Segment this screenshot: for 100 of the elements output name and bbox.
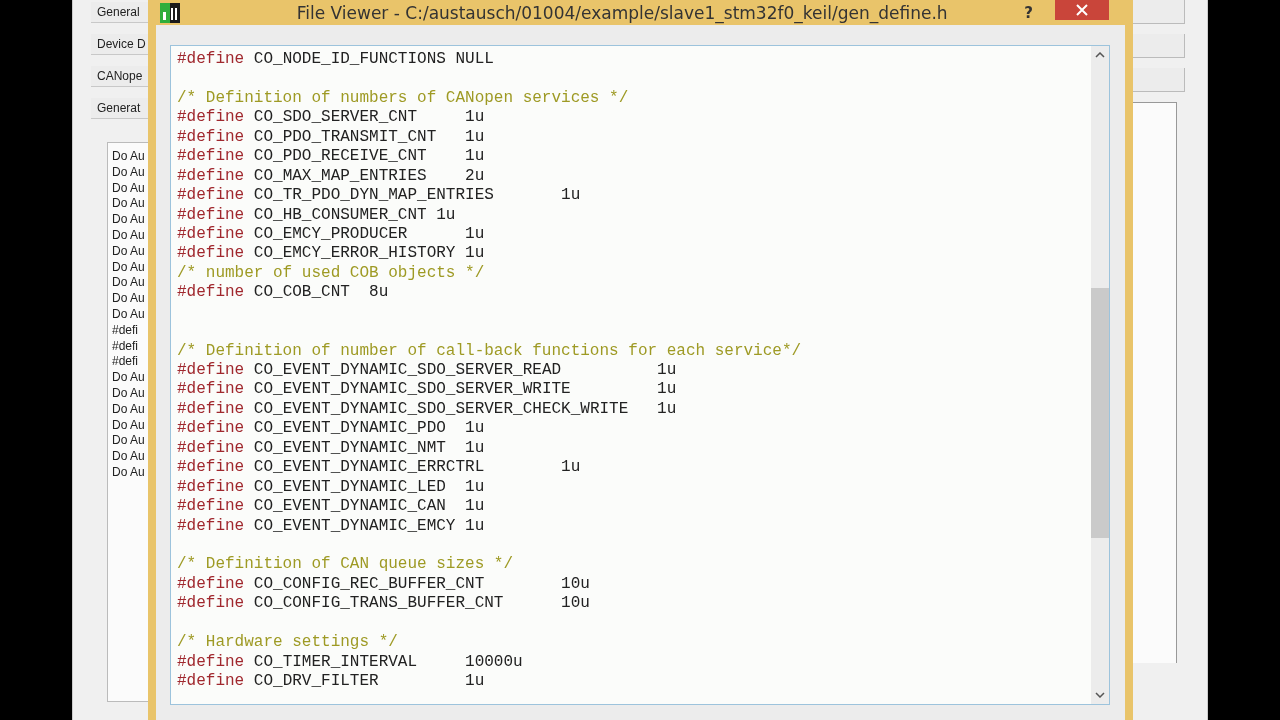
- blank-button[interactable]: [1131, 0, 1185, 24]
- preprocessor-keyword: #define: [177, 283, 245, 302]
- blank-button[interactable]: [1131, 34, 1185, 58]
- log-entry: Do Au: [112, 149, 146, 165]
- code-comment: /* number of used COB objects */: [177, 263, 485, 282]
- macro-name: CO_TIMER_INTERVAL: [253, 652, 419, 671]
- macro-value: 1u: [465, 147, 485, 166]
- log-entry: Do Au: [112, 401, 146, 418]
- window-title: File Viewer - C:/austausch/01004/example/slave1_stm32f0_keil/gen_define.h: [295, 2, 949, 23]
- macro-value: 1u: [465, 419, 485, 438]
- scrollbar-thumb[interactable]: [1091, 288, 1109, 538]
- macro-name: CO_EMCY_ERROR_HISTORY: [253, 244, 457, 263]
- log-entry: #defi: [112, 338, 140, 355]
- macro-value: NULL: [455, 50, 494, 68]
- macro-value: 1u: [465, 244, 485, 263]
- macro-value: 8u: [369, 283, 389, 302]
- macro-value: 1u: [465, 438, 485, 457]
- log-entry: Do Au: [112, 433, 146, 450]
- preprocessor-keyword: #define: [177, 419, 245, 438]
- macro-name: CO_PDO_TRANSMIT_CNT: [253, 127, 438, 146]
- code-comment: /* Hardware settings */: [177, 633, 398, 652]
- code-comment: /* Definition of number of call-back functions for each service*/: [177, 341, 802, 360]
- macro-value: 1u: [436, 205, 456, 224]
- preprocessor-keyword: #define: [177, 108, 245, 127]
- log-entry: Do Au: [112, 291, 146, 307]
- macro-name: CO_CONFIG_REC_BUFFER_CNT: [253, 574, 486, 593]
- macro-name: CO_MAX_MAP_ENTRIES: [253, 166, 428, 185]
- preprocessor-keyword: #define: [177, 458, 245, 477]
- blank-button[interactable]: [1131, 68, 1185, 92]
- preprocessor-keyword: #define: [177, 516, 245, 535]
- log-entry: Do Au: [112, 417, 146, 434]
- preprocessor-keyword: #define: [177, 147, 245, 166]
- preprocessor-keyword: #define: [177, 497, 245, 516]
- preprocessor-keyword: #define: [177, 205, 245, 224]
- macro-name: CO_EVENT_DYNAMIC_SDO_SERVER_CHECK_WRITE: [253, 399, 630, 418]
- app-logo-icon: [160, 2, 180, 23]
- macro-name: CO_TR_PDO_DYN_MAP_ENTRIES: [253, 186, 495, 205]
- close-icon: [1076, 3, 1088, 16]
- preprocessor-keyword: #define: [177, 652, 245, 671]
- macro-name: CO_EMCY_PRODUCER: [253, 224, 409, 243]
- macro-name: CO_EVENT_DYNAMIC_SDO_SERVER_WRITE: [253, 380, 572, 399]
- scroll-up-icon[interactable]: [1095, 52, 1105, 58]
- macro-name: CO_EVENT_DYNAMIC_CAN: [253, 497, 447, 516]
- preprocessor-keyword: #define: [177, 244, 245, 263]
- preprocessor-keyword: #define: [177, 50, 245, 68]
- macro-value: 10000u: [465, 652, 523, 671]
- macro-value: 1u: [465, 224, 485, 243]
- log-entry: Do Au: [112, 228, 146, 244]
- log-entry: Do Au: [112, 370, 146, 386]
- macro-value: 10u: [561, 594, 590, 613]
- log-entry: Do Au: [112, 164, 146, 181]
- close-button[interactable]: [1055, 0, 1109, 20]
- macro-name: CO_EVENT_DYNAMIC_LED: [253, 477, 447, 496]
- preprocessor-keyword: #define: [177, 380, 245, 399]
- log-entry: Do Au: [112, 196, 146, 213]
- macro-name: CO_DRV_FILTER: [253, 672, 380, 690]
- log-entry: #defi: [112, 354, 140, 371]
- vertical-scrollbar[interactable]: [1091, 46, 1109, 704]
- preprocessor-keyword: #define: [177, 438, 245, 457]
- macro-name: CO_HB_CONSUMER_CNT: [253, 205, 428, 224]
- log-entry: Do Au: [112, 243, 146, 260]
- macro-value: 1u: [465, 516, 485, 535]
- macro-value: 1u: [465, 497, 485, 516]
- log-entry: Do Au: [112, 306, 146, 323]
- macro-value: 1u: [465, 672, 485, 690]
- code-comment: /* Definition of CAN queue sizes */: [177, 555, 514, 574]
- macro-value: 1u: [657, 361, 677, 379]
- scroll-down-icon[interactable]: [1095, 692, 1105, 698]
- macro-value: 2u: [465, 166, 485, 185]
- macro-value: 10u: [561, 574, 590, 593]
- macro-value: 1u: [657, 399, 677, 418]
- preprocessor-keyword: #define: [177, 361, 245, 379]
- preprocessor-keyword: #define: [177, 166, 245, 185]
- macro-name: CO_NODE_ID_FUNCTIONS: [253, 50, 447, 68]
- preprocessor-keyword: #define: [177, 477, 245, 496]
- preprocessor-keyword: #define: [177, 399, 245, 418]
- help-button[interactable]: ?: [1024, 3, 1033, 22]
- macro-value: 1u: [465, 477, 485, 496]
- macro-name: CO_CONFIG_TRANS_BUFFER_CNT: [253, 594, 505, 613]
- macro-name: CO_EVENT_DYNAMIC_SDO_SERVER_READ: [253, 361, 563, 379]
- macro-name: CO_SDO_SERVER_CNT: [253, 108, 419, 127]
- preprocessor-keyword: #define: [177, 127, 245, 146]
- log-entry: Do Au: [112, 180, 146, 197]
- macro-value: 1u: [561, 458, 581, 477]
- macro-name: CO_COB_CNT: [253, 283, 351, 302]
- log-entry: #defi: [112, 322, 140, 339]
- macro-value: 1u: [657, 380, 677, 399]
- code-comment: /* Definition of numbers of CANopen services */: [177, 88, 629, 107]
- macro-value: 1u: [465, 127, 485, 146]
- macro-name: CO_PDO_RECEIVE_CNT: [253, 147, 428, 166]
- log-entry: Do Au: [112, 464, 146, 481]
- log-entry: Do Au: [112, 385, 146, 402]
- log-entry: Do Au: [112, 212, 146, 228]
- log-entry: Do Au: [112, 275, 146, 292]
- preprocessor-keyword: #define: [177, 594, 245, 613]
- log-entry: Do Au: [112, 259, 146, 276]
- log-entry: Do Au: [112, 449, 146, 465]
- preprocessor-keyword: #define: [177, 186, 245, 205]
- macro-name: CO_EVENT_DYNAMIC_EMCY: [253, 516, 457, 535]
- macro-value: 1u: [561, 186, 581, 205]
